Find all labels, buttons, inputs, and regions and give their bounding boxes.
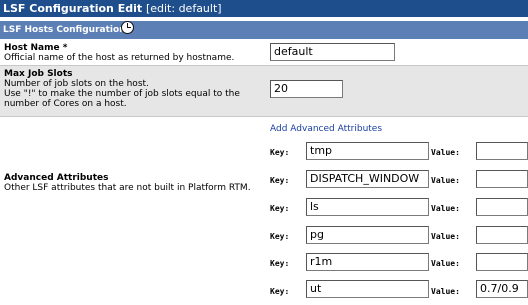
max-job-slots-label: Max Job Slots <box>4 69 73 79</box>
attribute-value-input[interactable] <box>476 226 528 244</box>
section-title: LSF Hosts Configuration <box>3 25 126 35</box>
max-job-slots-description-3: number of Cores on a host. <box>4 99 127 109</box>
value-label: Value: <box>431 232 460 241</box>
add-advanced-attributes-link[interactable]: Add Advanced Attributes <box>270 124 382 134</box>
key-label: Key: <box>270 287 290 296</box>
key-label: Key: <box>270 176 290 185</box>
attribute-value-input[interactable] <box>476 198 528 216</box>
key-label: Key: <box>270 204 290 213</box>
max-job-slots-row: Max Job Slots Number of job slots on the… <box>0 66 528 117</box>
max-job-slots-input[interactable]: 20 <box>270 80 343 98</box>
attribute-value-input[interactable] <box>476 170 528 188</box>
advanced-attributes-description: Other LSF attributes that are not built … <box>4 183 251 193</box>
value-label: Value: <box>431 259 460 268</box>
page-title: LSF Configuration Edit <box>3 2 143 15</box>
host-name-label: Host Name * <box>4 43 68 53</box>
attribute-value-input[interactable]: 0.7/0.9 <box>476 280 528 298</box>
attribute-value-input[interactable] <box>476 142 528 160</box>
page-title-bar: LSF Configuration Edit [edit: default] <box>0 0 528 17</box>
max-job-slots-description-1: Number of job slots on the host. <box>4 79 149 89</box>
value-label: Value: <box>431 176 460 185</box>
host-name-description: Official name of the host as returned by… <box>4 53 235 63</box>
attribute-key-input[interactable]: ls <box>306 198 429 216</box>
attribute-key-input[interactable]: r1m <box>306 253 429 271</box>
value-label: Value: <box>431 287 460 296</box>
section-header: LSF Hosts Configuration <box>0 21 528 39</box>
attribute-key-input[interactable]: DISPATCH_WINDOW <box>306 170 429 188</box>
key-label: Key: <box>270 148 290 157</box>
key-label: Key: <box>270 232 290 241</box>
attribute-value-input[interactable] <box>476 253 528 271</box>
max-job-slots-description-2: Use "!" to make the number of job slots … <box>4 89 240 99</box>
attribute-key-input[interactable]: tmp <box>306 142 429 160</box>
host-name-input[interactable]: default <box>270 43 395 61</box>
page-subtitle: [edit: default] <box>145 2 222 15</box>
key-label: Key: <box>270 259 290 268</box>
host-name-row: Host Name * Official name of the host as… <box>0 39 528 66</box>
value-label: Value: <box>431 148 460 157</box>
clock-icon[interactable] <box>121 21 134 34</box>
attribute-key-input[interactable]: pg <box>306 226 429 244</box>
attribute-key-input[interactable]: ut <box>306 280 429 298</box>
advanced-attributes-label: Advanced Attributes <box>4 173 109 183</box>
value-label: Value: <box>431 204 460 213</box>
